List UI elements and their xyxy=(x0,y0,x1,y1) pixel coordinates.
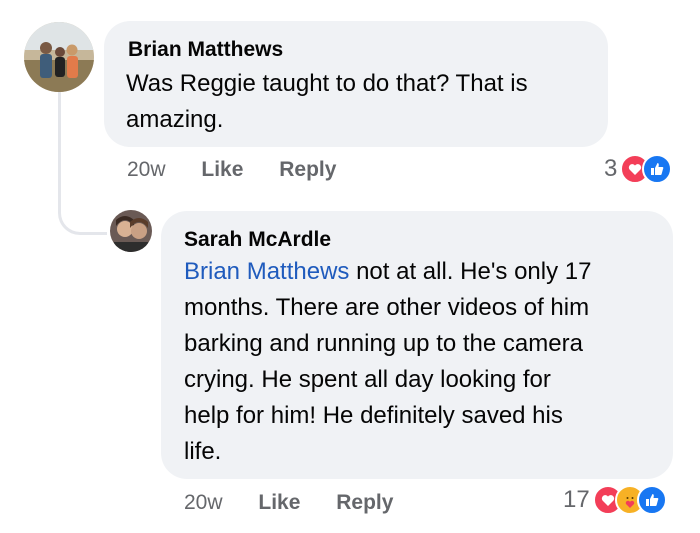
comment-text-line: barking and running up to the camera xyxy=(184,330,583,357)
like-button[interactable]: Like xyxy=(258,491,300,514)
comment-text: Brian Matthews not at all. He's only 17 … xyxy=(184,254,664,470)
comment-actions: 20w Like Reply xyxy=(127,158,336,182)
comment-text-line: Was Reggie taught to do that? That is xyxy=(126,70,528,97)
reaction-summary[interactable]: 3 xyxy=(604,154,673,184)
comment-timestamp[interactable]: 20w xyxy=(127,158,166,181)
reaction-count: 17 xyxy=(563,486,590,513)
like-thumb-icon xyxy=(642,154,673,184)
reply-thread-line xyxy=(58,92,107,235)
like-thumb-icon xyxy=(636,485,667,515)
reaction-summary[interactable]: 17 xyxy=(563,485,667,515)
comment-text-line: amazing. xyxy=(126,106,224,133)
like-button[interactable]: Like xyxy=(201,158,243,181)
avatar[interactable] xyxy=(110,210,152,252)
comment-author[interactable]: Sarah McArdle xyxy=(184,228,331,252)
comment-timestamp[interactable]: 20w xyxy=(184,491,223,514)
profile-photo-icon xyxy=(110,210,152,252)
comment-text-line: crying. He spent all day looking for xyxy=(184,366,551,393)
comment-author[interactable]: Brian Matthews xyxy=(128,38,283,62)
comment-actions: 20w Like Reply xyxy=(184,491,393,515)
mention-link[interactable]: Brian Matthews xyxy=(184,258,349,285)
comment-text-line: months. There are other videos of him xyxy=(184,294,590,321)
avatar[interactable] xyxy=(24,22,94,92)
comment-text: Was Reggie taught to do that? That is am… xyxy=(126,66,596,138)
reply-button[interactable]: Reply xyxy=(279,158,336,181)
comment-text-line: life. xyxy=(184,438,222,465)
profile-photo-icon xyxy=(24,22,94,92)
comment-text-line: help for him! He definitely saved his xyxy=(184,402,563,429)
reply-button[interactable]: Reply xyxy=(336,491,393,514)
comment-text-line: Brian Matthews not at all. He's only 17 xyxy=(184,258,592,285)
reaction-count: 3 xyxy=(604,155,618,182)
